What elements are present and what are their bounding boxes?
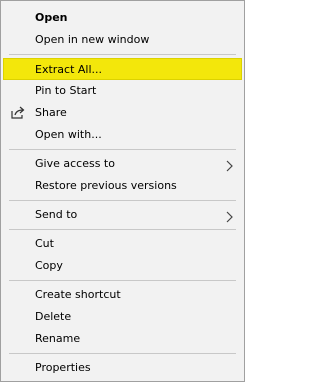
menu-item-label: Pin to Start [35, 84, 97, 97]
menu-separator [9, 353, 236, 354]
menu-item-label: Copy [35, 259, 63, 272]
menu-item-open-new-window[interactable]: Open in new window [1, 29, 244, 51]
menu-separator [9, 149, 236, 150]
menu-item-pin-to-start[interactable]: Pin to Start [1, 80, 244, 102]
menu-item-label: Open in new window [35, 33, 150, 46]
menu-item-label: Properties [35, 361, 91, 374]
menu-item-label: Create shortcut [35, 288, 121, 301]
menu-item-restore-previous-versions[interactable]: Restore previous versions [1, 175, 244, 197]
menu-item-copy[interactable]: Copy [1, 255, 244, 277]
menu-item-label: Open [35, 11, 68, 24]
menu-item-label: Share [35, 106, 67, 119]
menu-item-properties[interactable]: Properties [1, 357, 244, 379]
menu-item-label: Delete [35, 310, 72, 323]
context-menu: Open Open in new window Extract All... P… [0, 0, 245, 382]
share-icon [10, 106, 26, 120]
menu-item-delete[interactable]: Delete [1, 306, 244, 328]
menu-item-share[interactable]: Share [1, 102, 244, 124]
menu-separator [9, 229, 236, 230]
menu-item-open-with[interactable]: Open with... [1, 124, 244, 146]
menu-item-label: Rename [35, 332, 81, 345]
menu-item-create-shortcut[interactable]: Create shortcut [1, 284, 244, 306]
chevron-right-icon [224, 158, 234, 172]
menu-item-label: Extract All... [35, 63, 103, 76]
menu-item-extract-all[interactable]: Extract All... [3, 58, 242, 80]
chevron-right-icon [224, 209, 234, 223]
menu-item-label: Send to [35, 208, 78, 221]
menu-item-send-to[interactable]: Send to [1, 204, 244, 226]
menu-item-rename[interactable]: Rename [1, 328, 244, 350]
menu-item-label: Give access to [35, 157, 115, 170]
menu-item-label: Restore previous versions [35, 179, 177, 192]
menu-item-give-access-to[interactable]: Give access to [1, 153, 244, 175]
menu-separator [9, 280, 236, 281]
menu-item-label: Open with... [35, 128, 102, 141]
menu-separator [9, 200, 236, 201]
menu-item-label: Cut [35, 237, 54, 250]
menu-separator [9, 54, 236, 55]
menu-item-open[interactable]: Open [1, 7, 244, 29]
menu-item-cut[interactable]: Cut [1, 233, 244, 255]
